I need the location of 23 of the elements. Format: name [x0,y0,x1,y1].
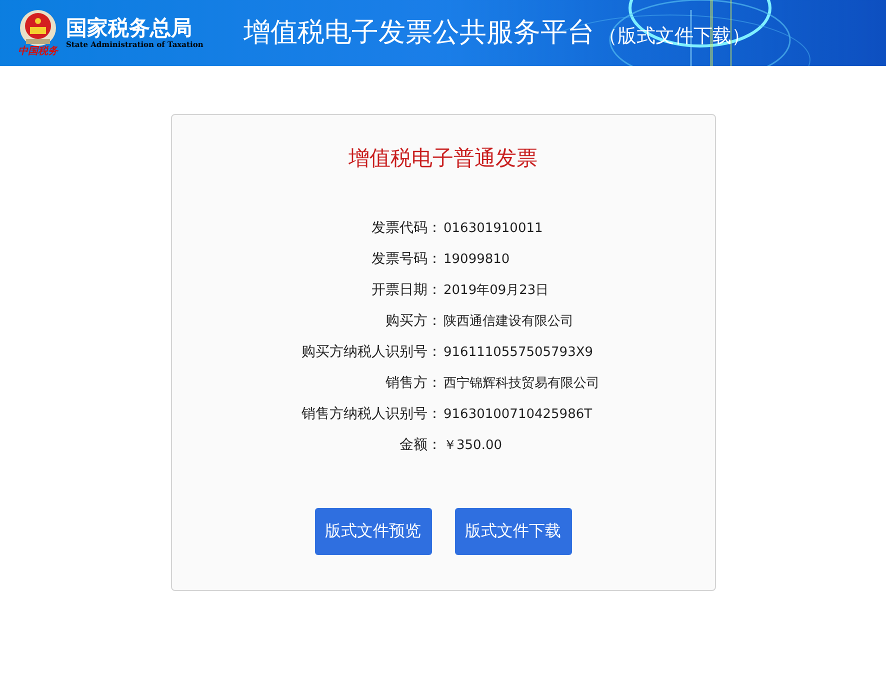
emblem-icon [18,9,58,47]
field-label: 发票代码： [370,219,442,238]
field-label: 销售方： [384,374,442,393]
field-value: 91630100710425986T [444,406,592,424]
agency-name: 国家税务总局 [66,16,193,40]
field-value: 9161110557505793X9 [444,344,594,362]
field-label: 发票号码： [370,250,442,269]
field-label: 金额： [398,436,442,455]
field-label: 开票日期： [370,281,442,300]
field-value: ￥350.00 [444,436,502,455]
preview-button[interactable]: 版式文件预览 [314,508,432,554]
field-value: 陕西通信建设有限公司 [444,312,574,331]
platform-title: 增值税电子发票公共服务平台 [243,17,594,49]
field-label: 购买方纳税人识别号： [300,343,442,362]
invoice-title: 增值税电子普通发票 [348,145,538,172]
field-value: 016301910011 [444,220,543,238]
field-value: 2019年09月23日 [444,282,549,300]
field-value: 西宁锦辉科技贸易有限公司 [444,374,600,393]
field-label: 购买方： [384,312,442,331]
emblem-caption: 中国税务 [18,47,58,57]
field-label: 销售方纳税人识别号： [300,405,442,424]
field-value: 19099810 [444,250,510,269]
download-button[interactable]: 版式文件下载 [454,508,572,554]
